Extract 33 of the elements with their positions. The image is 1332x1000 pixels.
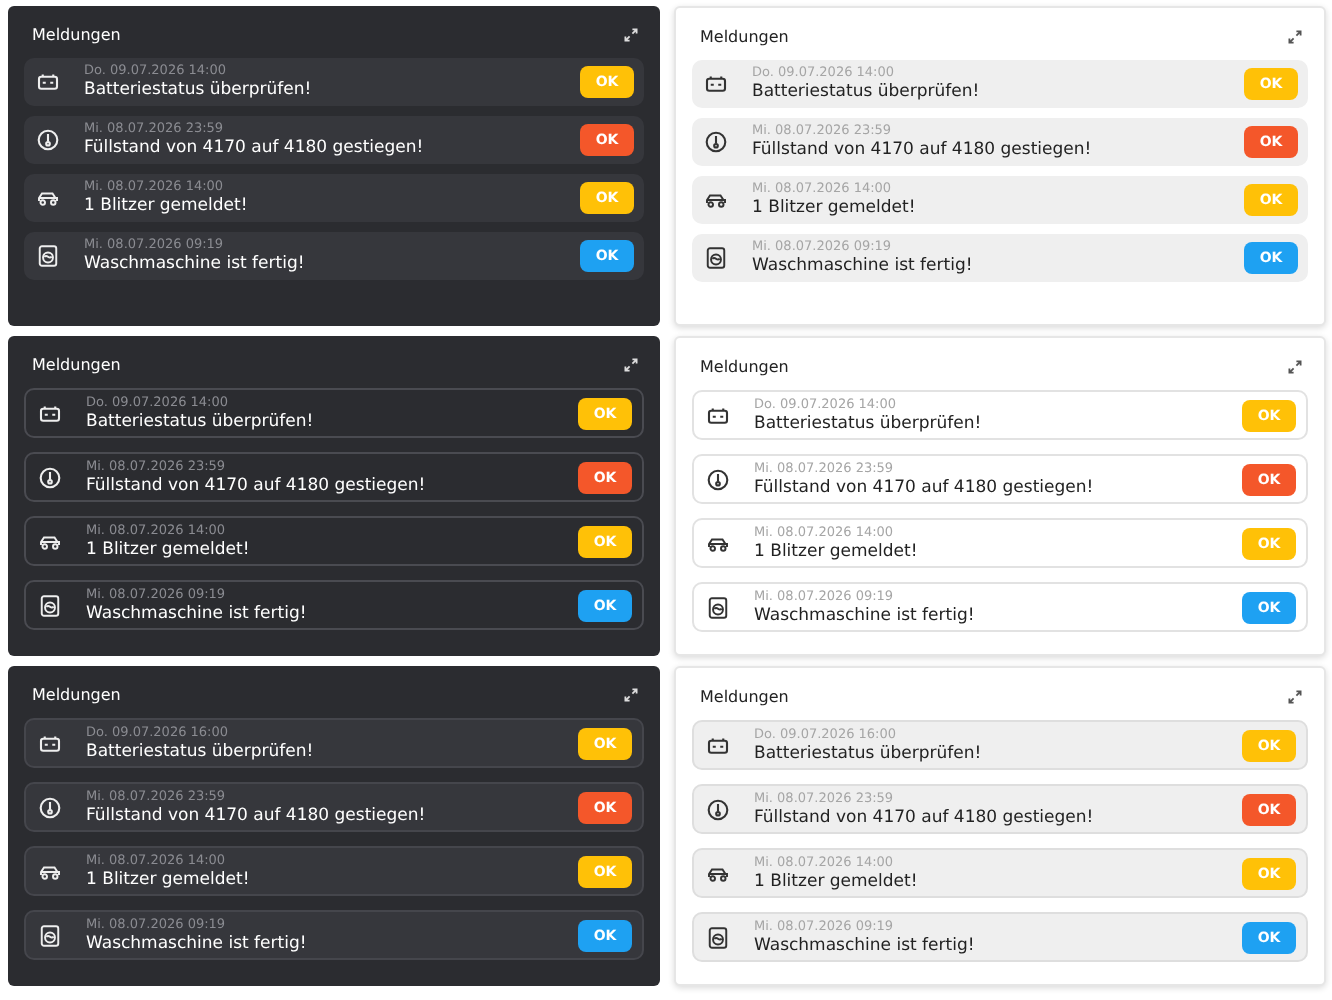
- notification-message: Waschmaschine ist fertig!: [86, 933, 309, 955]
- notification-message: Füllstand von 4170 auf 4180 gestiegen!: [754, 477, 1096, 499]
- notification-message: 1 Blitzer gemeldet!: [754, 871, 920, 893]
- notification-message: Füllstand von 4170 auf 4180 gestiegen!: [86, 475, 428, 497]
- notification-message: Waschmaschine ist fertig!: [84, 254, 307, 276]
- notification-message: Batteriestatus überprüfen!: [84, 80, 314, 102]
- expand-icon[interactable]: [1288, 29, 1302, 43]
- notification-message: Batteriestatus überprüfen!: [86, 411, 316, 433]
- panel-title: Meldungen: [700, 687, 789, 705]
- notification-message: 1 Blitzer gemeldet!: [754, 541, 920, 563]
- notification-message: Füllstand von 4170 auf 4180 gestiegen!: [752, 140, 1094, 162]
- notification-message: Waschmaschine ist fertig!: [754, 935, 977, 957]
- panel-title: Meldungen: [700, 357, 789, 375]
- notification-message: 1 Blitzer gemeldet!: [752, 198, 918, 220]
- expand-icon[interactable]: [1288, 689, 1302, 703]
- notification-message: 1 Blitzer gemeldet!: [86, 869, 252, 891]
- expand-icon[interactable]: [1288, 359, 1302, 373]
- notification-message: Füllstand von 4170 auf 4180 gestiegen!: [84, 138, 426, 160]
- panel-title: Meldungen: [32, 25, 121, 43]
- panel-title: Meldungen: [32, 355, 121, 373]
- notification-message: Batteriestatus überprüfen!: [754, 743, 984, 765]
- notification-message: Waschmaschine ist fertig!: [752, 256, 975, 278]
- panel-title: Meldungen: [700, 27, 789, 45]
- notification-message: Waschmaschine ist fertig!: [86, 603, 309, 625]
- notification-message: Batteriestatus überprüfen!: [754, 413, 984, 435]
- panel-title: Meldungen: [32, 685, 121, 703]
- notification-message: Batteriestatus überprüfen!: [86, 741, 316, 763]
- notification-message: Füllstand von 4170 auf 4180 gestiegen!: [86, 805, 428, 827]
- notification-message: Füllstand von 4170 auf 4180 gestiegen!: [754, 807, 1096, 829]
- notification-message: Batteriestatus überprüfen!: [752, 82, 982, 104]
- notification-message: Waschmaschine ist fertig!: [754, 605, 977, 627]
- notification-message: 1 Blitzer gemeldet!: [86, 539, 252, 561]
- notification-message: 1 Blitzer gemeldet!: [84, 196, 250, 218]
